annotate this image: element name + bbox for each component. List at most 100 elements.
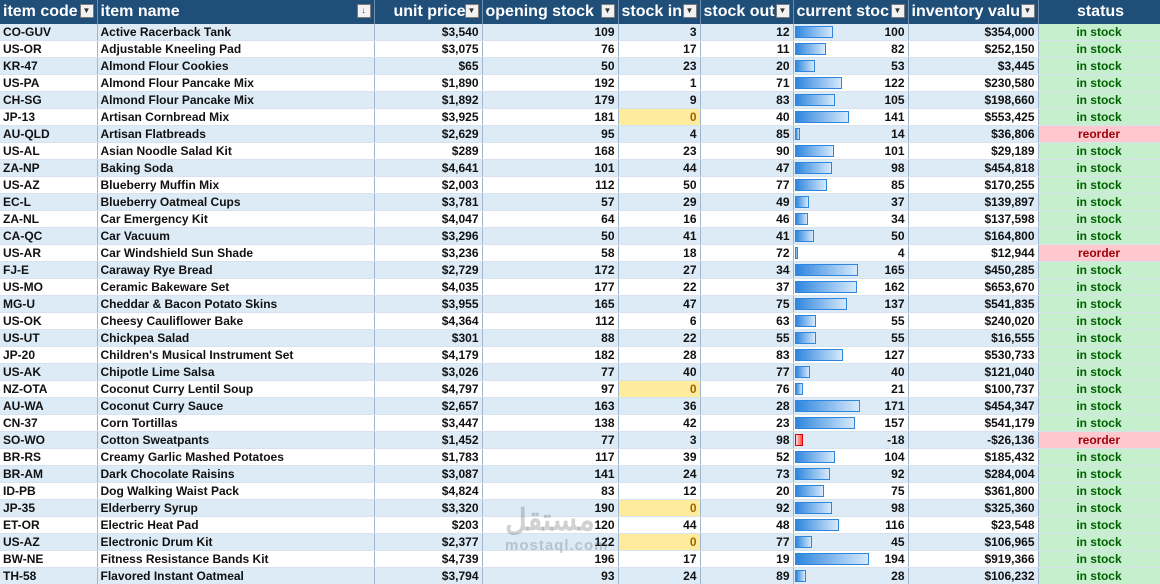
- cell-unit-price[interactable]: $3,320: [374, 499, 483, 517]
- cell-inventory-value[interactable]: $106,965: [908, 533, 1039, 551]
- status-badge[interactable]: in stock: [1038, 482, 1160, 500]
- cell-item-name[interactable]: Creamy Garlic Mashed Potatoes: [97, 448, 375, 466]
- cell-current-stock[interactable]: 45: [793, 533, 909, 551]
- cell-unit-price[interactable]: $4,824: [374, 482, 483, 500]
- cell-inventory-value[interactable]: $100,737: [908, 380, 1039, 398]
- status-badge[interactable]: in stock: [1038, 24, 1160, 41]
- cell-inventory-value[interactable]: $164,800: [908, 227, 1039, 245]
- cell-item-code[interactable]: BW-NE: [0, 550, 98, 568]
- cell-opening-stock[interactable]: 50: [482, 57, 619, 75]
- cell-stock-in[interactable]: 18: [618, 244, 701, 262]
- cell-opening-stock[interactable]: 77: [482, 431, 619, 449]
- cell-item-name[interactable]: Electronic Drum Kit: [97, 533, 375, 551]
- status-badge[interactable]: in stock: [1038, 550, 1160, 568]
- cell-stock-in[interactable]: 42: [618, 414, 701, 432]
- cell-opening-stock[interactable]: 177: [482, 278, 619, 296]
- cell-current-stock[interactable]: 100: [793, 24, 909, 41]
- cell-unit-price[interactable]: $4,797: [374, 380, 483, 398]
- cell-stock-out[interactable]: 23: [700, 414, 794, 432]
- cell-current-stock[interactable]: 50: [793, 227, 909, 245]
- cell-stock-in[interactable]: 17: [618, 40, 701, 58]
- status-badge[interactable]: in stock: [1038, 193, 1160, 211]
- cell-stock-out[interactable]: 72: [700, 244, 794, 262]
- cell-unit-price[interactable]: $3,955: [374, 295, 483, 313]
- status-badge[interactable]: in stock: [1038, 380, 1160, 398]
- cell-current-stock[interactable]: 141: [793, 108, 909, 126]
- cell-stock-out[interactable]: 41: [700, 227, 794, 245]
- cell-item-name[interactable]: Almond Flour Cookies: [97, 57, 375, 75]
- cell-inventory-value[interactable]: $325,360: [908, 499, 1039, 517]
- cell-current-stock[interactable]: 98: [793, 499, 909, 517]
- cell-stock-out[interactable]: 49: [700, 193, 794, 211]
- cell-unit-price[interactable]: $65: [374, 57, 483, 75]
- cell-current-stock[interactable]: 127: [793, 346, 909, 364]
- cell-stock-in[interactable]: 12: [618, 482, 701, 500]
- cell-item-code[interactable]: EC-L: [0, 193, 98, 211]
- cell-inventory-value[interactable]: $139,897: [908, 193, 1039, 211]
- cell-item-name[interactable]: Baking Soda: [97, 159, 375, 177]
- cell-stock-in[interactable]: 44: [618, 516, 701, 534]
- cell-stock-out[interactable]: 47: [700, 159, 794, 177]
- cell-stock-in[interactable]: 23: [618, 57, 701, 75]
- status-badge[interactable]: in stock: [1038, 516, 1160, 534]
- cell-stock-in[interactable]: 1: [618, 74, 701, 92]
- cell-item-name[interactable]: Asian Noodle Salad Kit: [97, 142, 375, 160]
- cell-unit-price[interactable]: $1,892: [374, 91, 483, 109]
- cell-current-stock[interactable]: 37: [793, 193, 909, 211]
- cell-stock-in[interactable]: 39: [618, 448, 701, 466]
- cell-item-code[interactable]: CO-GUV: [0, 24, 98, 41]
- cell-inventory-value[interactable]: $36,806: [908, 125, 1039, 143]
- cell-inventory-value[interactable]: $541,835: [908, 295, 1039, 313]
- cell-stock-out[interactable]: 76: [700, 380, 794, 398]
- status-badge[interactable]: in stock: [1038, 210, 1160, 228]
- cell-inventory-value[interactable]: $252,150: [908, 40, 1039, 58]
- cell-item-name[interactable]: Cotton Sweatpants: [97, 431, 375, 449]
- cell-unit-price[interactable]: $2,377: [374, 533, 483, 551]
- filter-icon[interactable]: ▼: [464, 4, 479, 18]
- cell-unit-price[interactable]: $1,783: [374, 448, 483, 466]
- cell-current-stock[interactable]: 98: [793, 159, 909, 177]
- cell-current-stock[interactable]: 165: [793, 261, 909, 279]
- cell-unit-price[interactable]: $3,447: [374, 414, 483, 432]
- cell-item-code[interactable]: KR-47: [0, 57, 98, 75]
- status-badge[interactable]: in stock: [1038, 295, 1160, 313]
- cell-item-code[interactable]: AU-WA: [0, 397, 98, 415]
- cell-current-stock[interactable]: 34: [793, 210, 909, 228]
- cell-item-code[interactable]: ZA-NP: [0, 159, 98, 177]
- cell-stock-out[interactable]: 55: [700, 329, 794, 347]
- cell-opening-stock[interactable]: 50: [482, 227, 619, 245]
- cell-opening-stock[interactable]: 97: [482, 380, 619, 398]
- cell-stock-in[interactable]: 3: [618, 431, 701, 449]
- cell-current-stock[interactable]: 137: [793, 295, 909, 313]
- status-badge[interactable]: in stock: [1038, 567, 1160, 584]
- cell-stock-in[interactable]: 36: [618, 397, 701, 415]
- status-badge[interactable]: reorder: [1038, 244, 1160, 262]
- cell-item-code[interactable]: JP-13: [0, 108, 98, 126]
- cell-stock-in[interactable]: 17: [618, 550, 701, 568]
- cell-stock-in[interactable]: 9: [618, 91, 701, 109]
- status-badge[interactable]: in stock: [1038, 74, 1160, 92]
- cell-current-stock[interactable]: 92: [793, 465, 909, 483]
- cell-item-code[interactable]: US-AL: [0, 142, 98, 160]
- cell-opening-stock[interactable]: 196: [482, 550, 619, 568]
- cell-opening-stock[interactable]: 163: [482, 397, 619, 415]
- cell-current-stock[interactable]: 53: [793, 57, 909, 75]
- cell-stock-in[interactable]: 40: [618, 363, 701, 381]
- cell-current-stock[interactable]: 14: [793, 125, 909, 143]
- cell-item-name[interactable]: Electric Heat Pad: [97, 516, 375, 534]
- cell-stock-in[interactable]: 16: [618, 210, 701, 228]
- cell-unit-price[interactable]: $3,236: [374, 244, 483, 262]
- cell-opening-stock[interactable]: 122: [482, 533, 619, 551]
- status-badge[interactable]: in stock: [1038, 227, 1160, 245]
- cell-unit-price[interactable]: $3,087: [374, 465, 483, 483]
- cell-stock-out[interactable]: 89: [700, 567, 794, 584]
- cell-current-stock[interactable]: 28: [793, 567, 909, 584]
- cell-item-name[interactable]: Almond Flour Pancake Mix: [97, 91, 375, 109]
- cell-inventory-value[interactable]: $230,580: [908, 74, 1039, 92]
- cell-stock-out[interactable]: 20: [700, 482, 794, 500]
- status-badge[interactable]: in stock: [1038, 414, 1160, 432]
- cell-item-code[interactable]: BR-RS: [0, 448, 98, 466]
- cell-item-name[interactable]: Caraway Rye Bread: [97, 261, 375, 279]
- cell-stock-in[interactable]: 3: [618, 24, 701, 41]
- cell-stock-in[interactable]: 44: [618, 159, 701, 177]
